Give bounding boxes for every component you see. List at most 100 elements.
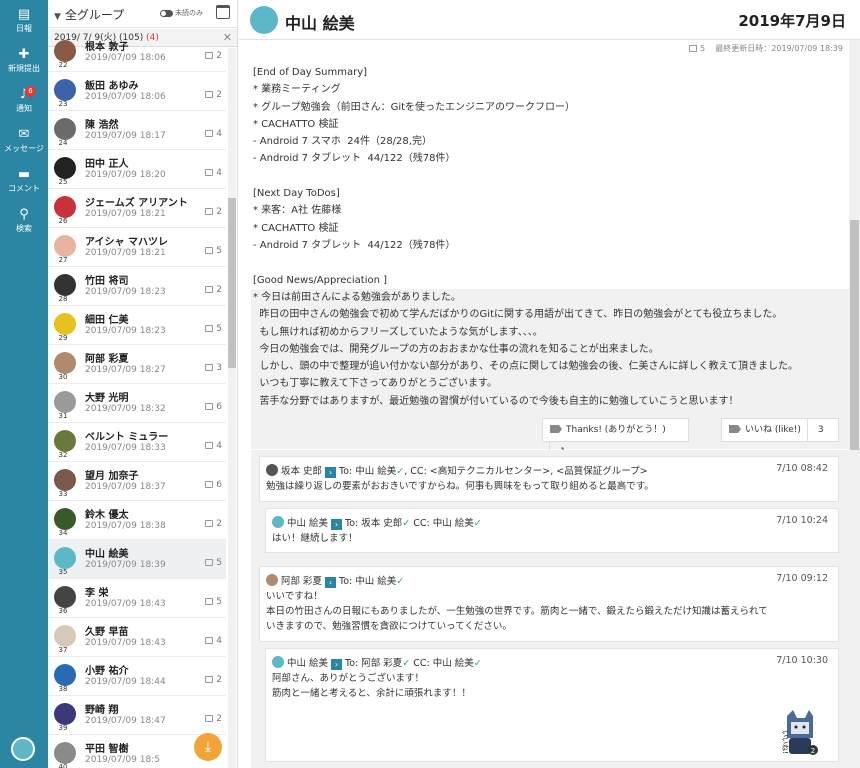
like-reaction-button[interactable]: いいね (like!) 3 xyxy=(721,418,839,442)
comment-author[interactable]: 阿部 彩夏 xyxy=(281,576,322,587)
member-time: 2019/07/09 18:38 xyxy=(85,521,166,531)
list-item[interactable]: 38 小野 祐介 2019/07/09 18:44 2 xyxy=(48,657,226,696)
member-number: 31 xyxy=(58,412,68,420)
list-item[interactable]: 36 李 栄 2019/07/09 18:43 5 xyxy=(48,579,226,618)
comment-icon xyxy=(205,169,214,176)
comment: 阿部 彩夏 › To: 中山 絵美✓ 7/10 09:12 いいですね！ 本日の竹田… xyxy=(259,566,839,642)
list-item[interactable]: 28 竹田 将司 2019/07/09 18:23 2 xyxy=(48,267,226,306)
list-item[interactable]: 27 アイシャ マハツレ 2019/07/09 18:21 5 xyxy=(48,228,226,267)
comment-icon xyxy=(689,45,698,52)
list-item[interactable]: 31 大野 光明 2019/07/09 18:32 6 xyxy=(48,384,226,423)
thanks-reaction-button[interactable]: Thanks! (ありがとう！)1 xyxy=(542,418,689,463)
avatar xyxy=(54,313,76,335)
list-item[interactable]: 22 根本 敦子 2019/07/09 18:06 2 xyxy=(48,33,226,72)
main-scrollbar[interactable] xyxy=(849,40,860,768)
avatar xyxy=(54,235,76,257)
report-line: * 業務ミーティング xyxy=(253,84,341,96)
avatar xyxy=(54,274,76,296)
report-header: 中山 絵美 2019年7月9日 xyxy=(239,0,860,40)
comment-author[interactable]: 中山 絵美 xyxy=(287,518,328,529)
member-list-panel: ▼ 全グループ 未読のみ 2019/ 7/ 9(火) (105) (4) ✕ 22… xyxy=(48,0,238,768)
member-name: 野崎 翔 xyxy=(85,705,119,716)
avatar xyxy=(266,574,278,586)
avatar xyxy=(272,656,284,668)
list-item[interactable]: 30 阿部 彩夏 2019/07/09 18:27 3 xyxy=(48,345,226,384)
count-value: 2 xyxy=(216,519,222,529)
list-item[interactable]: 35 中山 絵美 2019/07/09 18:39 5 xyxy=(48,540,226,579)
comment-count: 6 xyxy=(205,480,222,490)
list-item[interactable]: 26 ジェームズ アリアント 2019/07/09 18:21 2 xyxy=(48,189,226,228)
list-scrollbar[interactable] xyxy=(228,48,236,768)
check-icon: ✓ xyxy=(396,466,405,477)
comment-icon xyxy=(205,715,214,722)
member-number: 37 xyxy=(58,646,68,654)
list-item[interactable]: 24 陳 浩然 2019/07/09 18:17 4 xyxy=(48,111,226,150)
comment-author[interactable]: 中山 絵美 xyxy=(287,658,328,669)
highlight-line: 苦手な分野ではありますが、最近勉強の習慣が付いているので今後も自主的に勉強してい… xyxy=(253,395,739,407)
download-button[interactable]: ⤓ xyxy=(194,733,222,761)
member-time: 2019/07/09 18:44 xyxy=(85,677,166,687)
report-line: - Android 7 タブレット 44/122（残78件） xyxy=(253,153,456,165)
nav-search[interactable]: ⚲ 検索 xyxy=(0,208,48,234)
report-line: * 来客：A社 佐藤様 xyxy=(253,205,342,217)
comment-count: 4 xyxy=(205,636,222,646)
nav-label: 新規提出 xyxy=(8,64,40,73)
count-value: 2 xyxy=(216,90,222,100)
comment-count: 2 xyxy=(205,51,222,61)
member-number: 29 xyxy=(58,334,68,342)
avatar xyxy=(54,664,76,686)
nav-messages[interactable]: ✉ メッセージ xyxy=(0,128,48,154)
list-item[interactable]: 32 ベルント ミュラー 2019/07/09 18:33 4 xyxy=(48,423,226,462)
list-item[interactable]: 29 細田 仁美 2019/07/09 18:23 5 xyxy=(48,306,226,345)
check-icon: ✓ xyxy=(396,576,405,587)
comment-icon xyxy=(205,598,214,605)
member-time: 2019/07/09 18:23 xyxy=(85,287,166,297)
list-item[interactable]: 39 野崎 翔 2019/07/09 18:47 2 xyxy=(48,696,226,735)
left-nav-rail: ▤ 日報 ✚ 新規提出 ♪ 6 通知 ✉ メッセージ ▬ コメント ⚲ 検索 xyxy=(0,0,48,768)
comment-count: 6 xyxy=(205,402,222,412)
comment-cc: CC: <高知テクニカルセンター>, <品質保証グループ> xyxy=(410,466,648,477)
member-time: 2019/07/09 18:23 xyxy=(85,326,166,336)
comment-icon xyxy=(205,52,214,59)
unread-only-toggle[interactable]: 未読のみ xyxy=(160,8,203,18)
count-value: 2 xyxy=(216,285,222,295)
comment-count: 5 xyxy=(700,44,706,53)
count-value: 6 xyxy=(216,480,222,490)
comment-author[interactable]: 坂本 史郎 xyxy=(281,466,322,477)
highlight-line: * 今日は前田さんによる勉強会がありました。 xyxy=(253,292,461,303)
calendar-icon[interactable] xyxy=(216,5,230,19)
avatar xyxy=(54,625,76,647)
nav-daily-report[interactable]: ▤ 日報 xyxy=(0,8,48,34)
highlight-line: 今日の勉強会では、開発グループの方のおおまかな仕事の流れを知ることが出来ました。 xyxy=(253,343,659,355)
scrollbar-thumb[interactable] xyxy=(850,220,859,450)
comment-count: 5 xyxy=(205,324,222,334)
user-avatar[interactable] xyxy=(11,737,35,761)
comment-count: 5 xyxy=(205,246,222,256)
comment-to: To: 坂本 史郎 xyxy=(345,518,403,529)
nav-comments[interactable]: ▬ コメント xyxy=(0,168,48,194)
member-name: 李 栄 xyxy=(85,588,109,599)
comment-body: いいですね！ 本日の竹田さんの日報にもありましたが、一生勉強の世界です。筋肉と一… xyxy=(266,591,768,632)
report-line xyxy=(253,168,843,185)
report-date: 2019年7月9日 xyxy=(738,12,846,30)
member-name: 飯田 あゆみ xyxy=(85,81,139,92)
member-number: 32 xyxy=(58,451,68,459)
report-line: [Next Day ToDos] xyxy=(253,188,340,200)
group-dropdown[interactable]: ▼ 全グループ xyxy=(54,6,124,23)
member-name: ジェームズ アリアント xyxy=(85,198,188,209)
list-item[interactable]: 33 望月 加奈子 2019/07/09 18:37 6 xyxy=(48,462,226,501)
comment-count: 2 xyxy=(205,675,222,685)
list-item[interactable]: 23 飯田 あゆみ 2019/07/09 18:06 2 xyxy=(48,72,226,111)
avatar xyxy=(54,703,76,725)
member-time: 2019/07/09 18:06 xyxy=(85,92,166,102)
nav-notifications[interactable]: ♪ 6 通知 xyxy=(0,86,48,114)
comment-count: 2 xyxy=(205,714,222,724)
scrollbar-thumb[interactable] xyxy=(228,198,236,368)
avatar xyxy=(54,508,76,530)
nav-label: 日報 xyxy=(16,24,32,33)
count-value: 4 xyxy=(216,636,222,646)
list-item[interactable]: 34 鈴木 優太 2019/07/09 18:38 2 xyxy=(48,501,226,540)
nav-new-submit[interactable]: ✚ 新規提出 xyxy=(0,48,48,74)
list-item[interactable]: 25 田中 正人 2019/07/09 18:20 4 xyxy=(48,150,226,189)
list-item[interactable]: 37 久野 早苗 2019/07/09 18:43 4 xyxy=(48,618,226,657)
